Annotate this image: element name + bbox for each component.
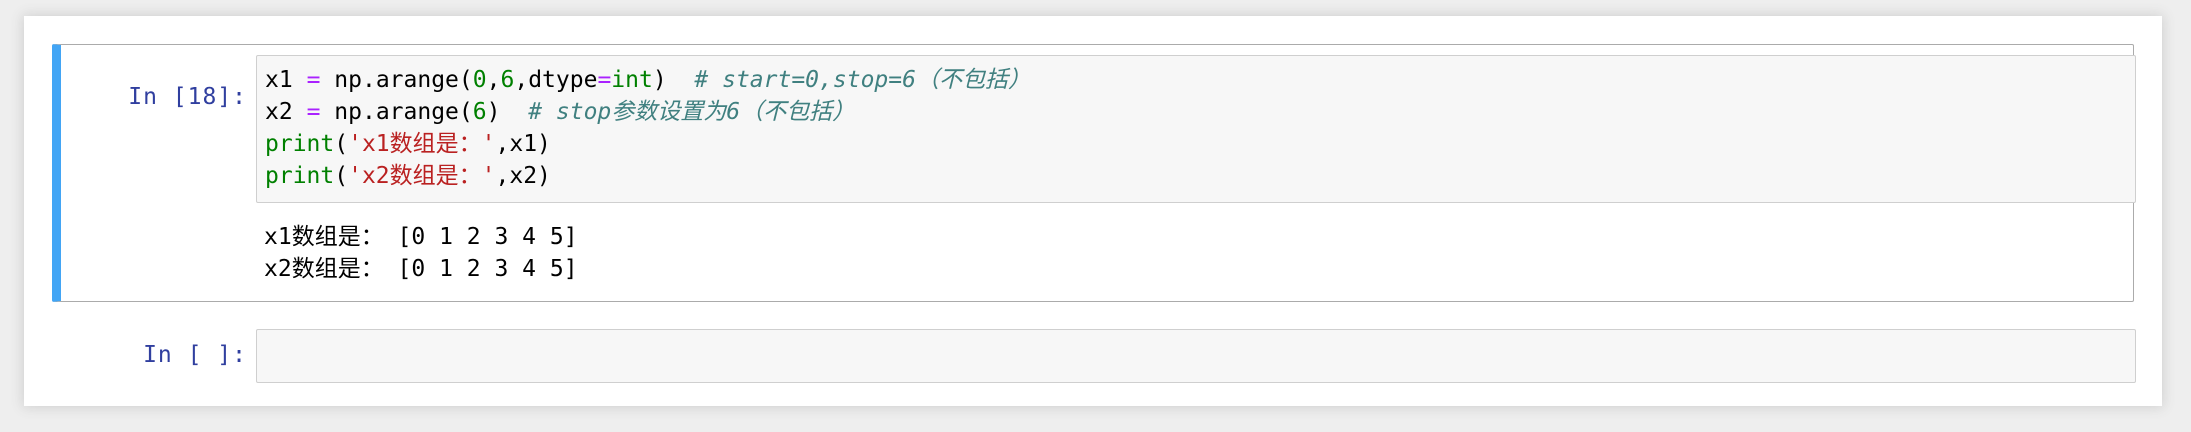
output-line: x2数组是： [0 1 2 3 4 5]: [264, 256, 578, 282]
code-comment: # start=0,stop=6（不包括）: [694, 67, 1031, 93]
code-comment: # stop参数设置为6（不包括）: [528, 99, 856, 125]
code-line: x2 = np.arange(6) # stop参数设置为6（不包括）: [265, 96, 2127, 128]
code-token: =: [306, 99, 321, 125]
code-token: 6: [500, 67, 515, 93]
code-token: ): [486, 99, 501, 125]
code-line: print('x2数组是：',x2): [265, 160, 2127, 192]
code-token: =: [306, 67, 321, 93]
code-cell-empty[interactable]: In [ ]:: [52, 310, 2136, 383]
code-editor[interactable]: x1 = np.arange(0,6,dtype=int) # start=0,…: [256, 55, 2136, 203]
code-token: (: [334, 131, 349, 157]
input-prompt: In [18]:: [128, 84, 247, 110]
output-line: x1数组是： [0 1 2 3 4 5]: [264, 224, 578, 250]
code-token: x1: [265, 67, 293, 93]
code-token: print: [265, 131, 335, 157]
cell-output: x1数组是： [0 1 2 3 4 5] x2数组是： [0 1 2 3 4 5…: [264, 221, 2124, 285]
code-token: 6: [472, 99, 487, 125]
code-token: np.arange(: [334, 99, 473, 125]
code-string: 'x2数组是：': [348, 163, 496, 189]
input-prompt: In [ ]:: [143, 342, 247, 368]
code-token: 0: [472, 67, 487, 93]
code-token: int: [611, 67, 653, 93]
code-token: ,x2): [495, 163, 551, 189]
code-token: =: [597, 67, 612, 93]
code-token: ,: [486, 67, 501, 93]
code-string: 'x1数组是：': [348, 131, 496, 157]
notebook-page: In [18]: x1 = np.arange(0,6,dtype=int) #…: [24, 16, 2162, 406]
code-editor-empty[interactable]: [256, 329, 2136, 383]
code-token: ,x1): [495, 131, 551, 157]
code-token: print: [265, 163, 335, 189]
code-line: x1 = np.arange(0,6,dtype=int) # start=0,…: [265, 64, 2127, 96]
code-cell-selected[interactable]: In [18]: x1 = np.arange(0,6,dtype=int) #…: [52, 44, 2136, 302]
code-token: (: [334, 163, 349, 189]
code-token: ): [652, 67, 667, 93]
code-token: x2: [265, 99, 293, 125]
code-line: print('x1数组是：',x1): [265, 128, 2127, 160]
code-token: ,dtype: [514, 67, 598, 93]
code-token: np.arange(: [334, 67, 473, 93]
